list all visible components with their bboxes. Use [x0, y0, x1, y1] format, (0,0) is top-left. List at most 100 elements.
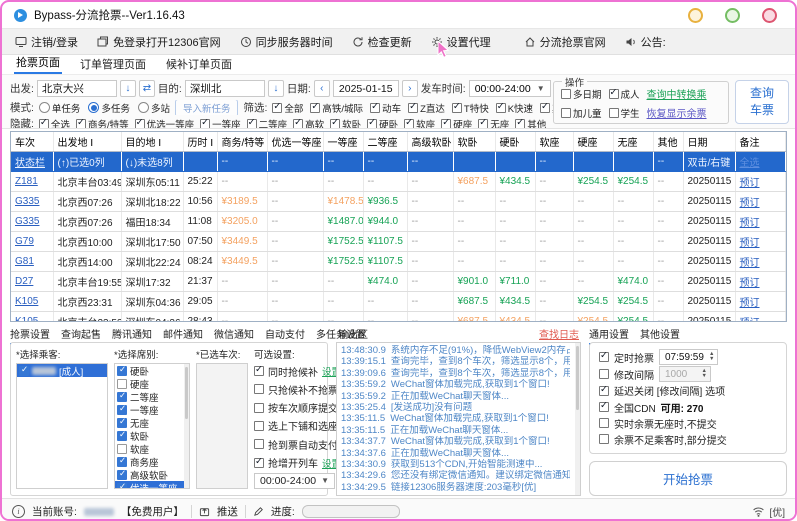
no-seat-row[interactable]: 实时余票无座时,不提交	[599, 416, 777, 431]
depart-time-select[interactable]: 00:00-24:00 ▼	[469, 80, 551, 97]
next-date-button[interactable]: ›	[402, 80, 418, 97]
page-tab[interactable]: 候补订单页面	[164, 56, 234, 74]
settings-tab[interactable]: 邮件通知	[163, 326, 203, 343]
selected-train-listbox[interactable]	[196, 363, 248, 489]
passenger-listbox[interactable]: [成人]	[16, 363, 108, 489]
column-header[interactable]: 软卧	[453, 132, 495, 152]
page-tab[interactable]: 抢票页面	[14, 54, 62, 74]
table-row[interactable]: Z181北京丰台03:49深圳东05:1125:22----------¥687…	[11, 172, 786, 192]
hide-checkbox[interactable]: 二等座	[247, 117, 288, 130]
student-checkbox[interactable]: 学生	[609, 106, 640, 120]
seat-listbox[interactable]: 硬卧硬座二等座一等座无座软卧软座商务座高级软卧优选一等座	[114, 363, 190, 489]
column-header[interactable]: 优选一等座	[267, 132, 323, 152]
cdn-row[interactable]: 全国CDN 可用: 270	[599, 400, 777, 415]
hide-checkbox[interactable]: 全选	[39, 117, 70, 130]
order-submit-option[interactable]: 按车次顺序提交	[254, 400, 322, 416]
hide-checkbox[interactable]: 优选一等座	[135, 117, 195, 130]
filter-checkbox[interactable]: 高铁/城际	[310, 101, 363, 115]
mode-radio[interactable]: 单任务	[39, 101, 81, 115]
timed-grab-spinner[interactable]: 07:59:59 ▲▼	[659, 349, 718, 365]
menu-item-logout[interactable]: 注销/登录	[15, 34, 78, 50]
to-station-input[interactable]	[185, 80, 265, 97]
mode-radio[interactable]: 多任务	[88, 101, 130, 115]
table-row[interactable]: G335北京西07:26深圳北18:2210:56¥3189.5--¥1478.…	[11, 192, 786, 212]
column-header[interactable]: 二等座	[363, 132, 407, 152]
extra-train-time-select[interactable]: 00:00-24:00 ▼	[254, 473, 335, 489]
hide-checkbox[interactable]: 无座	[478, 117, 509, 130]
settings-tab[interactable]: 腾讯通知	[112, 326, 152, 343]
table-row[interactable]: G81北京西14:00深圳北22:2408:24¥3449.5--¥1752.5…	[11, 252, 786, 272]
column-header[interactable]: 日期	[683, 132, 735, 152]
menu-item-announcement[interactable]: 公告:	[625, 34, 666, 50]
timed-grab-row[interactable]: 定时抢票 07:59:59 ▲▼	[599, 349, 777, 365]
column-header[interactable]: 一等座	[323, 132, 363, 152]
table-row[interactable]: 状态栏(↑)已选0列(↓)未选8列--------------双击/右键全选	[11, 152, 786, 172]
menu-item-official-site[interactable]: 分流抢票官网	[524, 34, 606, 50]
seat-item[interactable]: 优选一等座	[115, 481, 189, 489]
table-row[interactable]: K105北京西23:31深圳东04:3629:05----------¥687.…	[11, 292, 786, 312]
hide-checkbox[interactable]: 一等座	[200, 117, 241, 130]
menu-item-check-update[interactable]: 检查更新	[352, 34, 412, 50]
close-button[interactable]	[762, 8, 777, 23]
page-tab[interactable]: 订单管理页面	[78, 56, 148, 74]
column-header[interactable]: 硬卧	[495, 132, 535, 152]
column-header[interactable]: 无座	[613, 132, 653, 152]
seat-item[interactable]: 高级软卧	[115, 468, 189, 481]
from-dropdown-button[interactable]: ↓	[120, 80, 136, 97]
table-row[interactable]: D27北京丰台19:55深圳17:3221:37------¥474.0--¥9…	[11, 272, 786, 292]
delay-close-row[interactable]: 延迟关闭 [修改间隔] 选项	[599, 383, 777, 398]
spinner-arrows-icon[interactable]: ▲▼	[702, 369, 707, 379]
candidate-option[interactable]: 同时抢候补 设置	[254, 363, 322, 379]
filter-checkbox[interactable]: 全部	[272, 101, 303, 115]
find-log-link[interactable]: 查找日志	[539, 326, 579, 341]
extra-train-option[interactable]: 抢增开列车 设置	[254, 454, 322, 470]
adult-checkbox[interactable]: 成人	[609, 87, 640, 101]
column-header[interactable]: 车次	[11, 132, 53, 152]
column-header[interactable]: 商务/特等	[217, 132, 267, 152]
partial-submit-row[interactable]: 余票不足乘客时,部分提交	[599, 432, 777, 447]
output-log-box[interactable]: 13:48:30.9系统内存不足(91%)，降低WebView2内存占用，防止崩…	[336, 342, 581, 496]
output-scrollbar[interactable]	[575, 343, 580, 495]
transfer-search-link[interactable]: 查询中转换乘	[647, 86, 707, 101]
hide-checkbox[interactable]: 商务/特等	[76, 117, 129, 130]
push-label[interactable]: 推送	[217, 504, 238, 519]
column-header[interactable]: 其他	[653, 132, 683, 152]
hide-checkbox[interactable]: 高软	[293, 117, 324, 130]
filter-checkbox[interactable]: Z直达	[408, 101, 445, 115]
berth-seat-option[interactable]: 选上下铺和选座	[254, 418, 322, 434]
seat-item[interactable]: 一等座	[115, 403, 189, 416]
import-task-button[interactable]: 导入新任务	[175, 100, 239, 115]
settings-tab[interactable]: 自动支付	[265, 326, 305, 343]
seat-item[interactable]: 硬座	[115, 377, 189, 390]
seat-item[interactable]: 二等座	[115, 390, 189, 403]
hide-checkbox[interactable]: 硬座	[441, 117, 472, 130]
column-header[interactable]: 高级软卧	[407, 132, 453, 152]
column-header[interactable]: 出发地 Ⅰ	[53, 132, 121, 152]
column-header[interactable]: 软座	[535, 132, 573, 152]
maximize-button[interactable]	[725, 8, 740, 23]
filter-checkbox[interactable]: 动车	[370, 101, 401, 115]
interval-row[interactable]: 修改间隔 1000 ▲▼	[599, 366, 777, 382]
menu-item-set-proxy[interactable]: 设置代理	[431, 34, 491, 50]
seat-list-scrollbar[interactable]	[184, 364, 189, 488]
passenger-item[interactable]: [成人]	[17, 364, 107, 377]
autopay-option[interactable]: 抢到票自动支付	[254, 436, 322, 452]
table-row[interactable]: G335北京西07:26福田18:3411:08¥3205.0--¥1487.0…	[11, 212, 786, 232]
swap-stations-button[interactable]: ⇄	[139, 80, 155, 97]
mode-radio[interactable]: 多站	[138, 101, 170, 115]
column-header[interactable]: 历时 Ⅰ	[183, 132, 217, 152]
minimize-button[interactable]	[688, 8, 703, 23]
hide-checkbox[interactable]: 其他	[515, 117, 546, 130]
hide-checkbox[interactable]: 软座	[404, 117, 435, 130]
seat-item[interactable]: 软卧	[115, 429, 189, 442]
column-header[interactable]: 备注	[735, 132, 786, 152]
add-child-checkbox[interactable]: 加儿童	[561, 106, 602, 120]
prev-date-button[interactable]: ‹	[314, 80, 330, 97]
filter-checkbox[interactable]: T特快	[452, 101, 489, 115]
hide-checkbox[interactable]: 软卧	[330, 117, 361, 130]
column-header[interactable]: 硬座	[573, 132, 613, 152]
filter-checkbox[interactable]: K快速	[496, 101, 533, 115]
start-grab-button[interactable]: 开始抢票	[589, 461, 787, 496]
menu-item-open-12306[interactable]: 免登录打开12306官网	[97, 34, 221, 50]
menu-item-sync-time[interactable]: 同步服务器时间	[240, 34, 333, 50]
